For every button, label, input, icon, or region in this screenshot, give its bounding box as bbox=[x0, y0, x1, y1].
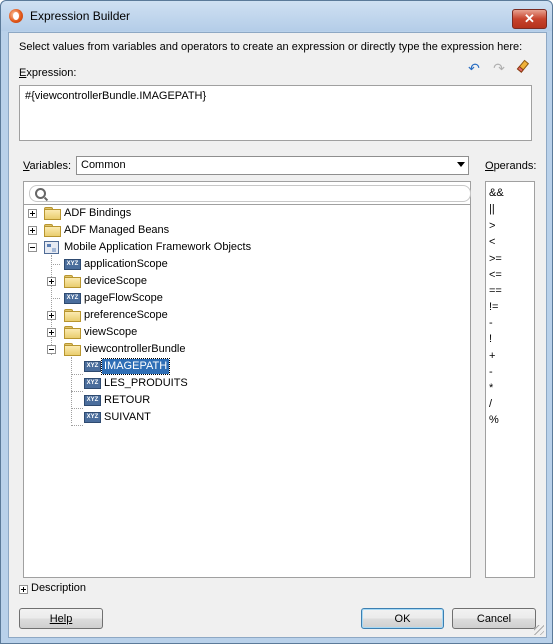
search-icon bbox=[35, 188, 46, 199]
expand-icon[interactable] bbox=[47, 328, 56, 337]
expand-icon[interactable] bbox=[28, 226, 37, 235]
operand-equal[interactable]: == bbox=[489, 283, 502, 299]
operand-less-than[interactable]: < bbox=[489, 234, 495, 250]
tree-item-les-produits[interactable]: XYZ LES_PRODUITS bbox=[24, 375, 470, 392]
tree-item-label: ADF Managed Beans bbox=[64, 224, 170, 236]
resize-grip[interactable] bbox=[534, 625, 544, 635]
tree-item-preference-scope[interactable]: preferenceScope bbox=[24, 307, 470, 324]
tree-item-label: deviceScope bbox=[84, 275, 147, 287]
collapse-icon[interactable] bbox=[28, 243, 37, 252]
variable-icon: XYZ bbox=[64, 293, 81, 304]
expand-icon[interactable] bbox=[47, 277, 56, 286]
variables-label: Variables: bbox=[23, 160, 72, 172]
scope-select-value: Common bbox=[81, 159, 126, 171]
folder-icon bbox=[44, 224, 61, 237]
expression-input[interactable]: #{viewcontrollerBundle.IMAGEPATH} bbox=[19, 85, 532, 141]
folder-icon bbox=[44, 207, 61, 220]
folder-icon bbox=[64, 275, 81, 288]
instructions-text: Select values from variables and operato… bbox=[19, 41, 523, 53]
operand-plus[interactable]: + bbox=[489, 348, 495, 364]
oracle-app-icon bbox=[9, 9, 23, 23]
dialog-body: Select values from variables and operato… bbox=[8, 32, 547, 638]
tree-item-label: preferenceScope bbox=[84, 309, 168, 321]
clear-icon[interactable] bbox=[514, 59, 532, 77]
operand-modulo[interactable]: % bbox=[489, 412, 499, 428]
operand-not-equal[interactable]: != bbox=[489, 299, 498, 315]
dialog-title: Expression Builder bbox=[30, 9, 131, 23]
help-button[interactable]: Help bbox=[19, 608, 103, 629]
description-expand-icon[interactable] bbox=[19, 585, 28, 594]
tree-item-label: IMAGEPATH bbox=[100, 358, 171, 375]
folder-icon bbox=[64, 309, 81, 322]
close-button[interactable]: ✕ bbox=[512, 9, 547, 29]
description-label[interactable]: Description bbox=[31, 582, 86, 594]
operands-list[interactable]: && || > < >= <= == != - ! + - * / % bbox=[485, 181, 535, 578]
tree-item-device-scope[interactable]: deviceScope bbox=[24, 273, 470, 290]
tree-item-label: ADF Bindings bbox=[64, 207, 132, 219]
expression-label: Expression: bbox=[19, 67, 77, 79]
variable-icon: XYZ bbox=[84, 395, 101, 406]
search-input[interactable] bbox=[29, 185, 471, 202]
variable-icon: XYZ bbox=[84, 361, 101, 372]
tree-item-label: applicationScope bbox=[84, 258, 168, 270]
tree-item-application-scope[interactable]: XYZ applicationScope bbox=[24, 256, 470, 273]
operand-minus[interactable]: - bbox=[489, 315, 493, 331]
eraser-icon bbox=[516, 59, 530, 73]
operand-subtract[interactable]: - bbox=[489, 364, 493, 380]
cancel-button[interactable]: Cancel bbox=[452, 608, 536, 629]
collapse-icon[interactable] bbox=[47, 345, 56, 354]
folder-icon bbox=[64, 326, 81, 339]
operand-or[interactable]: || bbox=[489, 201, 495, 217]
expand-icon[interactable] bbox=[28, 209, 37, 218]
tree-item-suivant[interactable]: XYZ SUIVANT bbox=[24, 409, 470, 426]
maf-objects-icon bbox=[44, 241, 59, 254]
tree-item-view-scope[interactable]: viewScope bbox=[24, 324, 470, 341]
variables-scope-select[interactable]: Common bbox=[76, 156, 469, 175]
tree-item-label: pageFlowScope bbox=[84, 292, 163, 304]
chevron-down-icon[interactable] bbox=[457, 162, 465, 167]
expand-icon[interactable] bbox=[47, 311, 56, 320]
operand-less-equal[interactable]: <= bbox=[489, 267, 502, 283]
operand-divide[interactable]: / bbox=[489, 396, 492, 412]
redo-icon[interactable]: ↷ bbox=[490, 59, 508, 77]
operands-label: Operands: bbox=[485, 160, 537, 172]
tree-item-viewcontroller-bundle[interactable]: viewcontrollerBundle bbox=[24, 341, 470, 358]
tree-item-imagepath[interactable]: XYZ IMAGEPATH bbox=[24, 358, 470, 375]
tree-item-label: viewcontrollerBundle bbox=[84, 343, 186, 355]
expression-builder-dialog: Expression Builder ✕ Select values from … bbox=[0, 0, 553, 644]
tree-item-adf-bindings[interactable]: ADF Bindings bbox=[24, 205, 470, 222]
tree-item-label: Mobile Application Framework Objects bbox=[64, 241, 252, 253]
operand-greater-than[interactable]: > bbox=[489, 218, 495, 234]
undo-icon[interactable]: ↶ bbox=[465, 59, 483, 77]
operand-not[interactable]: ! bbox=[489, 331, 492, 347]
variables-panel: ADF Bindings ADF Managed Beans Mobile Ap… bbox=[23, 181, 471, 578]
tree-item-label: SUIVANT bbox=[104, 411, 151, 423]
folder-icon bbox=[64, 343, 81, 356]
tree-item-page-flow-scope[interactable]: XYZ pageFlowScope bbox=[24, 290, 470, 307]
variable-icon: XYZ bbox=[84, 412, 101, 423]
tree-item-maf-objects[interactable]: Mobile Application Framework Objects bbox=[24, 239, 470, 256]
variable-icon: XYZ bbox=[84, 378, 101, 389]
tree-item-adf-managed-beans[interactable]: ADF Managed Beans bbox=[24, 222, 470, 239]
tree-item-label: LES_PRODUITS bbox=[104, 377, 188, 389]
variable-icon: XYZ bbox=[64, 259, 81, 270]
ok-button[interactable]: OK bbox=[361, 608, 444, 629]
tree-item-retour[interactable]: XYZ RETOUR bbox=[24, 392, 470, 409]
tree-item-label: viewScope bbox=[84, 326, 138, 338]
operand-and[interactable]: && bbox=[489, 185, 504, 201]
title-bar[interactable]: Expression Builder ✕ bbox=[1, 1, 552, 31]
operand-greater-equal[interactable]: >= bbox=[489, 251, 502, 267]
variables-tree[interactable]: ADF Bindings ADF Managed Beans Mobile Ap… bbox=[24, 204, 470, 578]
operand-multiply[interactable]: * bbox=[489, 380, 493, 396]
tree-item-label: RETOUR bbox=[104, 394, 151, 406]
